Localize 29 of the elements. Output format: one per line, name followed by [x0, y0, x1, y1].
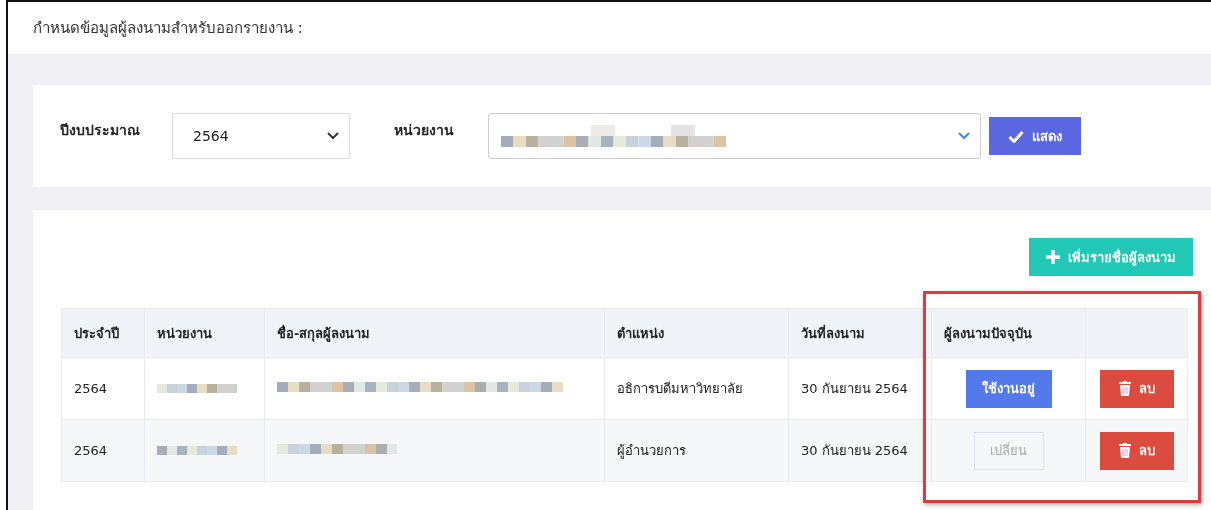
table-cell: 2564: [61, 419, 145, 482]
column-header: หน่วยงาน: [144, 308, 265, 358]
show-button[interactable]: แสดง: [989, 117, 1081, 155]
table-cell: 30 กันยายน 2564: [788, 357, 932, 420]
table-cell: 30 กันยายน 2564: [788, 419, 932, 482]
status-button[interactable]: ใช้งานอยู่: [965, 369, 1052, 408]
column-header: วันที่ลงนาม: [788, 308, 932, 358]
add-signer-button[interactable]: เพิ่มรายชื่อผู้ลงนาม: [1029, 238, 1193, 276]
column-header: ผู้ลงนามปัจจุบัน: [931, 308, 1086, 358]
chevron-down-icon: [327, 132, 339, 140]
plus-icon: [1046, 250, 1060, 264]
unit-select[interactable]: [488, 113, 981, 159]
column-header: ประจำปี: [61, 308, 145, 358]
year-select[interactable]: 2564: [172, 113, 350, 159]
year-label: ปีงบประมาณ: [60, 121, 140, 140]
table-cell: ผู้อำนวยการ: [604, 419, 789, 482]
column-header: ตำแหน่ง: [604, 308, 789, 358]
page-title: กำหนดข้อมูลผู้ลงนามสำหรับออกรายงาน :: [33, 18, 303, 39]
trash-icon: [1118, 381, 1131, 396]
delete-button[interactable]: ลบ: [1099, 431, 1174, 470]
status-button[interactable]: เปลี่ยน: [973, 431, 1044, 470]
delete-button[interactable]: ลบ: [1099, 369, 1174, 408]
column-header: ชื่อ-สกุลผู้ลงนาม: [264, 308, 605, 358]
unit-label: หน่วยงาน: [394, 121, 454, 140]
trash-icon: [1118, 443, 1131, 458]
table-cell: 2564: [61, 357, 145, 420]
check-icon: [1008, 129, 1024, 143]
table-cell: อธิการบดีมหาวิทยาลัย: [604, 357, 789, 420]
chevron-down-icon: [958, 132, 970, 140]
